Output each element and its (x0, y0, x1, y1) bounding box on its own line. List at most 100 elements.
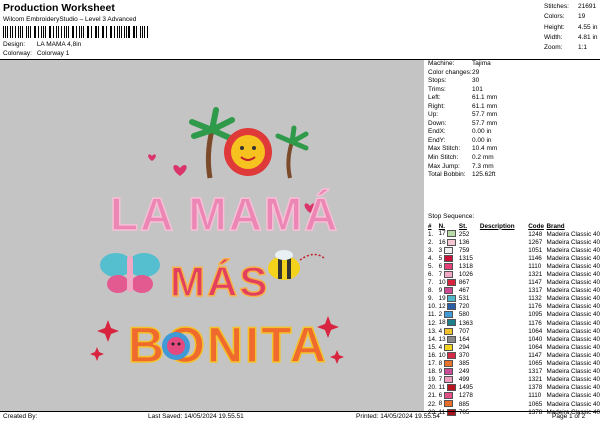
col-index: # (428, 222, 432, 230)
color-swatch (446, 384, 456, 392)
color-swatch (447, 238, 457, 246)
stat-width: Width: 4.81 in (544, 33, 598, 41)
table-row: 11. 2 580 1095 Madeira Classic 40 (428, 311, 600, 319)
row-needle: 7 (439, 270, 459, 278)
row-needle: 16 (439, 238, 459, 246)
row-needle: 6 (439, 262, 459, 270)
colorway-label: Colorway: (3, 50, 32, 57)
table-row: 4. 5 1315 1146 Madeira Classic 40 (428, 254, 600, 262)
row-stitches: 467 (458, 287, 470, 295)
row-index: 6. (428, 271, 434, 279)
row-stitches: 1026 (458, 271, 473, 279)
colorway-value: Colorway 1 (36, 50, 70, 57)
info-row: Right: 61.1 mm (428, 102, 498, 110)
row-stitches: 707 (458, 327, 470, 335)
row-stitches: 164 (458, 335, 470, 343)
color-swatch (443, 246, 453, 254)
row-brand: Madeira Classic 40 (546, 392, 600, 400)
row-code: 1064 (528, 327, 543, 335)
row-index: 15. (428, 343, 437, 351)
row-description (480, 392, 528, 400)
footer-divider (0, 411, 600, 412)
table-row: 5. 6 1318 1110 Madeira Classic 40 (428, 262, 600, 270)
design-row: Design: LA MAMA 4,8in (3, 41, 81, 48)
row-description (480, 408, 528, 416)
row-brand: Madeira Classic 40 (546, 384, 600, 392)
row-code: 1110 (528, 392, 542, 400)
color-swatch (447, 230, 457, 238)
row-code: 1147 (528, 279, 542, 287)
row-brand: Madeira Classic 40 (546, 262, 600, 270)
row-needle: 10 (439, 351, 459, 359)
row-brand: Madeira Classic 40 (546, 238, 600, 246)
row-index: 21. (428, 392, 437, 400)
row-needle: 3 (439, 246, 459, 254)
stat-zoom: Zoom: 1:1 (544, 44, 588, 52)
stat-colors: Colors: 19 (544, 13, 586, 21)
row-stitches: 1278 (458, 392, 473, 400)
bee-icon (268, 250, 325, 280)
row-index: 16. (428, 351, 437, 359)
row-brand: Madeira Classic 40 (546, 230, 600, 238)
last-saved: Last Saved: 14/05/2024 19.55.51 (148, 413, 244, 420)
color-swatch (447, 319, 457, 327)
row-brand: Madeira Classic 40 (546, 400, 600, 408)
row-needle: 11 (439, 408, 459, 416)
row-index: 10. (428, 303, 437, 311)
row-index: 18. (428, 368, 437, 376)
row-description (480, 360, 528, 368)
table-row: 20. 11 1495 1378 Madeira Classic 40 (428, 384, 600, 392)
row-stitches: 759 (458, 246, 470, 254)
col-code: Code (528, 222, 544, 230)
row-description (480, 311, 528, 319)
row-code: 1321 (528, 271, 543, 279)
row-description (480, 376, 528, 384)
color-swatch (443, 400, 453, 408)
table-row: 19. 7 499 1321 Madeira Classic 40 (428, 376, 600, 384)
color-swatch (443, 376, 453, 384)
info-row: EndX: 0.00 in (428, 128, 492, 136)
row-brand: Madeira Classic 40 (546, 351, 600, 359)
design-value: LA MAMA 4,8in (36, 41, 82, 48)
row-brand: Madeira Classic 40 (546, 271, 600, 279)
page-number: Page 1 of 2 (552, 413, 586, 420)
row-needle: 8 (439, 359, 459, 368)
row-needle: 10 (439, 279, 459, 287)
stop-sequence-table: # N. St. Description Code Brand 1. 17 252… (428, 222, 600, 416)
row-brand: Madeira Classic 40 (546, 335, 600, 343)
barcode (3, 26, 149, 38)
row-index: 13. (428, 327, 437, 335)
row-code: 1051 (528, 246, 543, 254)
software-subtitle: Wilcom EmbroideryStudio – Level 3 Advanc… (3, 16, 137, 23)
col-needle: N. (438, 222, 445, 230)
row-code: 1317 (528, 368, 543, 376)
row-needle: 18 (439, 319, 459, 327)
row-code: 1040 (528, 335, 543, 343)
table-row: 2. 16 136 1267 Madeira Classic 40 (428, 238, 600, 246)
table-row: 9. 19 531 1132 Madeira Classic 40 (428, 295, 600, 303)
butterfly-icon (100, 253, 160, 293)
flower-smiley-icon (162, 332, 190, 360)
row-needle: 5 (439, 254, 459, 262)
info-row: Max Jump: 7.3 mm (428, 162, 494, 170)
row-stitches: 499 (458, 376, 470, 384)
stat-height: Height: 4.55 in (544, 23, 598, 31)
row-code: 1317 (528, 287, 543, 295)
info-row: Left: 61.1 mm (428, 94, 498, 102)
row-stitches: 1318 (458, 262, 473, 270)
color-swatch (443, 359, 453, 367)
row-index: 1. (428, 230, 434, 238)
table-row: 15. 4 294 1064 Madeira Classic 40 (428, 343, 600, 351)
info-row: Trims: 101 (428, 85, 483, 93)
row-brand: Madeira Classic 40 (546, 368, 600, 376)
color-swatch (447, 303, 457, 311)
color-swatch (443, 254, 453, 262)
row-description (480, 327, 528, 335)
table-row: 8. 9 467 1317 Madeira Classic 40 (428, 287, 600, 295)
row-code: 1065 (528, 360, 543, 368)
row-brand: Madeira Classic 40 (546, 343, 600, 351)
row-description (480, 262, 528, 270)
row-needle: 9 (439, 368, 459, 376)
row-index: 17. (428, 360, 437, 368)
info-row: Down: 57.7 mm (428, 119, 498, 127)
